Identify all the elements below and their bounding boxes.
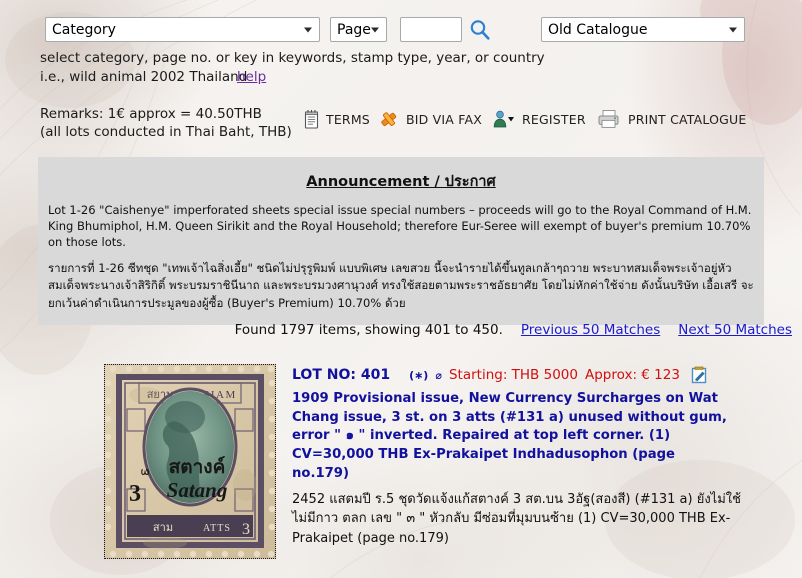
search-input[interactable] xyxy=(400,17,462,42)
printer-icon xyxy=(598,110,619,128)
user-icon xyxy=(493,110,514,128)
svg-text:๓: ๓ xyxy=(140,465,149,480)
chevron-down-icon xyxy=(304,27,312,32)
lot-badge-circle: ⌀ xyxy=(435,368,442,382)
register-button[interactable]: REGISTER xyxy=(492,107,586,131)
svg-text:Satang: Satang xyxy=(167,478,228,502)
bid-via-fax-label: BID VIA FAX xyxy=(406,111,482,127)
results-count-text: Found 1797 items, showing 401 to 450. xyxy=(234,322,503,338)
print-catalogue-label: PRINT CATALOGUE xyxy=(628,111,747,127)
previous-matches-link[interactable]: Previous 50 Matches xyxy=(521,322,660,338)
terms-label: TERMS xyxy=(326,111,370,127)
chevron-down-icon xyxy=(729,27,737,32)
terms-button[interactable]: TERMS xyxy=(303,107,370,131)
lot-details: LOT NO: 401 (∗) ⌀ Starting: THB 5000 App… xyxy=(292,364,762,548)
announcement-title: Announcement / ประกาศ xyxy=(306,174,496,190)
edit-note-icon[interactable] xyxy=(691,366,708,384)
svg-text:สตางค์: สตางค์ xyxy=(169,456,226,478)
search-hint-line-2: i.e., wild animal 2002 Thailand xyxy=(40,69,248,85)
edit-note-glyph xyxy=(691,366,707,384)
category-select-value: Category xyxy=(52,21,116,38)
print-catalogue-button[interactable]: PRINT CATALOGUE xyxy=(596,107,747,131)
notepad-icon xyxy=(304,110,319,129)
page-select-value: Page xyxy=(337,21,371,38)
announcement-panel: Announcement / ประกาศ Lot 1-26 "Caisheny… xyxy=(38,157,764,326)
category-select[interactable]: Category xyxy=(45,17,320,42)
search-icon xyxy=(470,20,490,40)
results-summary-row: Found 1797 items, showing 401 to 450. Pr… xyxy=(0,322,802,338)
stamp-graphic: สยาม SIAM สาม ATTS 3 สตางค์ Satang 3 ๓ xyxy=(105,365,275,558)
register-label: REGISTER xyxy=(522,111,586,127)
chevron-down-icon xyxy=(371,27,379,32)
page-select[interactable]: Page xyxy=(330,17,387,42)
lot-approx-price: Approx: € 123 xyxy=(584,367,680,383)
bid-via-fax-button[interactable]: BID VIA FAX xyxy=(378,107,482,131)
search-button[interactable] xyxy=(468,18,492,42)
svg-text:สาม: สาม xyxy=(153,521,173,534)
svg-text:ATTS: ATTS xyxy=(203,523,231,534)
catalogue-select-value: Old Catalogue xyxy=(548,21,648,38)
lot-number: LOT NO: 401 xyxy=(292,367,391,383)
announcement-paragraph-en: Lot 1-26 "Caishenye" imperforated sheets… xyxy=(48,203,752,249)
gavel-icon xyxy=(381,112,397,127)
remarks-line-2: (all lots conducted in Thai Baht, THB) xyxy=(40,124,292,140)
lot-description-english: 1909 Provisional issue, New Currency Sur… xyxy=(292,391,727,481)
remarks-line-1: Remarks: 1€ approx = 40.50THB xyxy=(40,106,262,122)
catalogue-select[interactable]: Old Catalogue xyxy=(541,17,745,42)
lot-starting-price: Starting: THB 5000 xyxy=(448,367,578,383)
lot-badge-star: (∗) xyxy=(409,368,429,382)
next-matches-link[interactable]: Next 50 Matches xyxy=(678,322,792,338)
lot-stamp-image[interactable]: สยาม SIAM สาม ATTS 3 สตางค์ Satang 3 ๓ xyxy=(104,364,276,559)
lot-header-row: LOT NO: 401 (∗) ⌀ Starting: THB 5000 App… xyxy=(292,364,762,386)
lot-description-thai: 2452 แสตมปี ร.5 ชุดวัดแจ้งแก้สตางค์ 3 สต… xyxy=(292,491,741,546)
announcement-paragraph-th: รายการที่ 1-26 ซีทชุด "เทพเจ้าไฉสิ่งเอี้… xyxy=(48,260,754,311)
svg-text:3: 3 xyxy=(242,521,250,538)
help-link[interactable]: help xyxy=(237,69,266,85)
svg-text:3: 3 xyxy=(129,481,141,507)
search-hint-line-1: select category, page no. or key in keyw… xyxy=(40,50,545,66)
